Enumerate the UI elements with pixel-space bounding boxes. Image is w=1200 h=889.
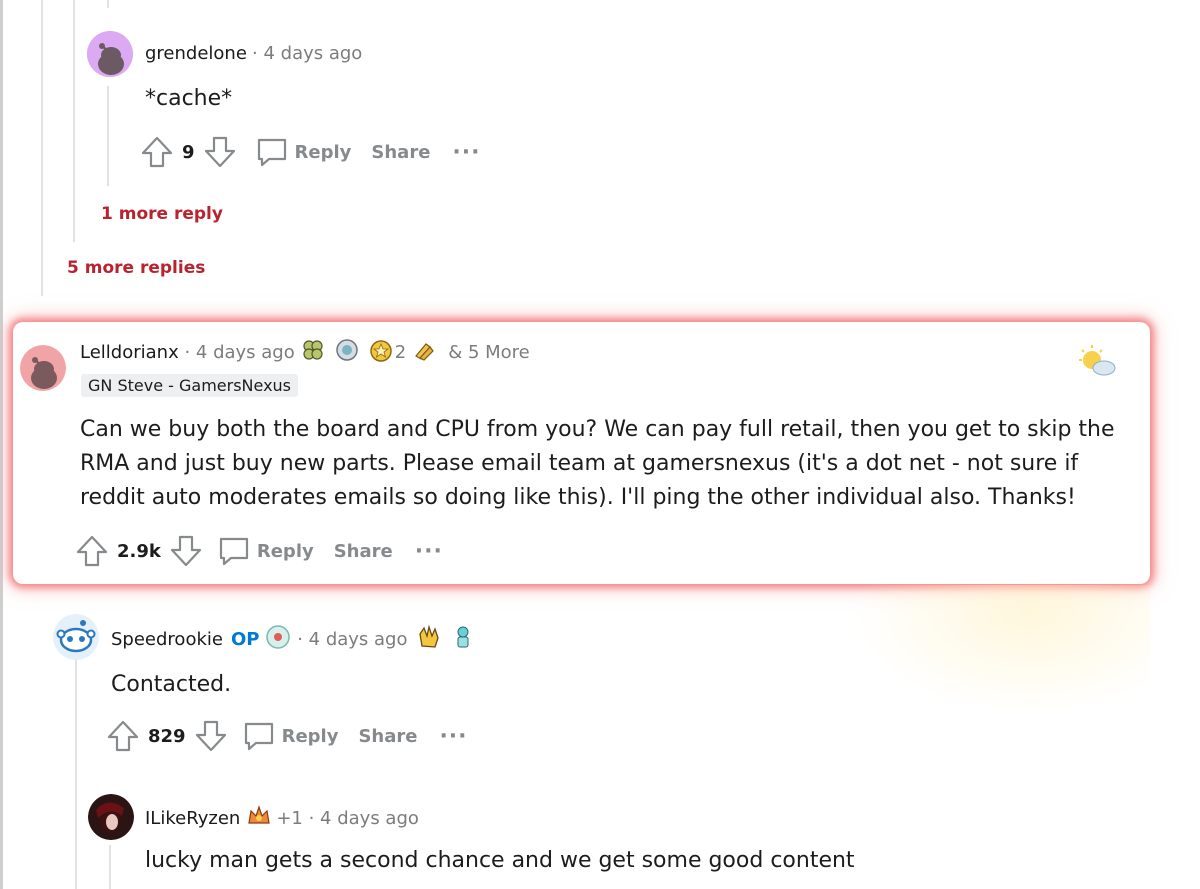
award-character-icon[interactable] [450,624,476,654]
snoo-avatar-icon [87,31,133,77]
comment-body: Contacted. [111,672,232,697]
ellipsis-icon[interactable]: ··· [439,724,467,749]
reply-button[interactable]: Reply [242,719,339,753]
meta-separator: · [291,628,309,650]
arrow-up-icon[interactable] [75,534,109,568]
arrow-down-icon[interactable] [203,135,237,169]
share-button[interactable]: Share [358,726,417,747]
sun-cloud-icon [1076,344,1118,382]
thread-line [75,660,77,889]
ellipsis-icon[interactable]: ··· [452,140,480,165]
reply-button[interactable]: Reply [255,135,352,169]
meta-separator: · [302,807,321,829]
reply-label: Reply [294,141,352,163]
speech-bubble-icon [244,722,273,751]
ellipsis-icon[interactable]: ··· [415,539,443,564]
timestamp[interactable]: 4 days ago [320,808,419,829]
user-avatar-image [88,794,134,840]
thread-line [41,0,43,296]
award-count: 2 [394,341,407,363]
op-badge: OP [230,628,260,650]
user-flair: GN Steve - GamersNexus [81,374,299,397]
arrow-down-icon[interactable] [169,534,203,568]
reply-label: Reply [281,725,339,747]
speech-bubble-icon [257,138,286,167]
timestamp[interactable]: 4 days ago [309,629,408,650]
meta-separator: · [178,341,196,363]
award-silver-icon[interactable] [335,338,359,366]
avatar[interactable] [53,614,99,660]
snoo-avatar-icon [20,345,66,391]
background-glow [850,585,1150,715]
vote-score: 2.9k [117,540,161,562]
share-button[interactable]: Share [371,142,430,163]
award-clap-icon[interactable] [416,624,442,654]
award-hands-icon[interactable] [412,338,436,366]
share-button[interactable]: Share [334,541,393,562]
comment-actions: 2.9k Reply Share ··· [75,531,443,571]
meta-separator: · [252,43,264,64]
thread-line [107,86,109,186]
vote-score: 829 [148,725,186,747]
more-replies-link[interactable]: 5 more replies [67,258,205,278]
arrow-up-icon[interactable] [106,719,140,753]
user-flair-emoji-icon [265,624,291,654]
thread-line [73,0,75,242]
award-gold-icon[interactable] [369,338,393,366]
vote-score: 9 [182,141,195,163]
speech-bubble-icon [219,537,248,566]
avatar[interactable] [20,345,66,391]
more-replies-link[interactable]: 1 more reply [101,204,223,224]
comment-actions: 829 Reply Share ··· [106,716,468,756]
comment-actions: 9 Reply Share ··· [140,132,480,172]
timestamp[interactable]: 4 days ago [196,342,295,363]
username[interactable]: Speedrookie [111,629,223,650]
avatar[interactable] [88,794,134,840]
comment-body: lucky man gets a second chance and we ge… [145,848,855,873]
more-awards-link[interactable]: & 5 More [448,342,530,363]
comment-body: Can we buy both the board and CPU from y… [80,417,1115,510]
thread-line [109,845,111,889]
username[interactable]: grendelone [145,43,247,64]
reply-label: Reply [256,540,314,562]
thread-line [107,0,109,8]
username[interactable]: ILikeRyzen [145,808,240,829]
arrow-down-icon[interactable] [194,719,228,753]
page-edge [0,0,3,889]
timestamp[interactable]: 4 days ago [263,43,362,64]
award-extra-count: +1 [276,807,303,829]
award-clover-icon[interactable] [301,338,325,366]
username[interactable]: Lelldorianx [80,342,179,363]
avatar[interactable] [87,31,133,77]
comment-body: *cache* [145,86,233,111]
snoo-avatar-icon [53,614,99,660]
arrow-up-icon[interactable] [140,135,174,169]
reply-button[interactable]: Reply [217,534,314,568]
award-crown-icon[interactable] [246,803,272,833]
